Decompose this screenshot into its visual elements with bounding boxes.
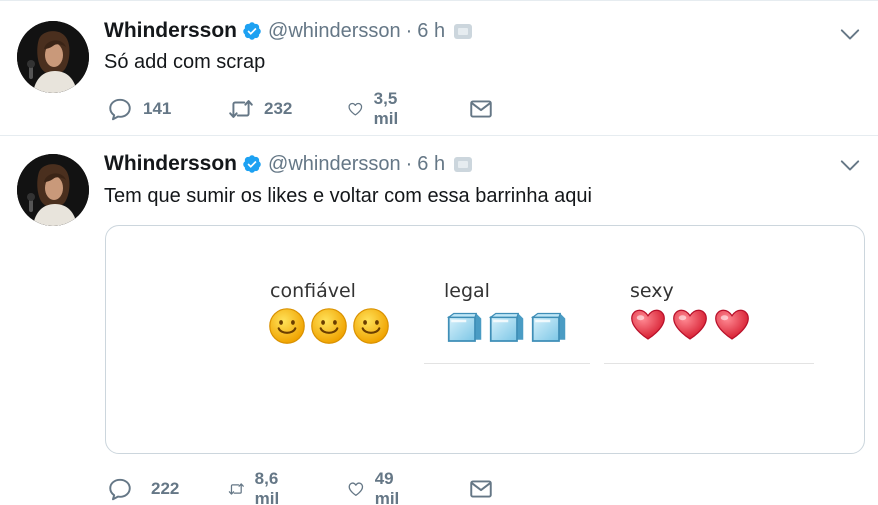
retweet-count: 8,6 mil (254, 469, 280, 505)
retweet-icon (228, 476, 245, 502)
reply-button[interactable]: 141 (107, 95, 171, 123)
media-image[interactable]: confiável legal sexy (105, 225, 865, 454)
app-icon (454, 156, 473, 172)
heart-icon (347, 96, 364, 122)
author-handle[interactable]: @whindersson (268, 153, 401, 176)
meter-label: confiável (270, 280, 356, 302)
heart-icon (347, 476, 365, 502)
retweet-button[interactable]: 232 (228, 95, 292, 123)
meter-divider (604, 363, 814, 364)
avatar[interactable] (17, 154, 89, 226)
meter-confiavel: confiável (268, 280, 398, 350)
smiley-icon (268, 307, 306, 345)
smiley-icon (352, 307, 390, 345)
ice-cube-icon (444, 306, 486, 346)
ice-cube-icon (486, 306, 528, 346)
separator-dot: · (405, 152, 413, 175)
tweet-header: Whindersson @whindersson · 6 h (104, 18, 473, 44)
tweet-header: Whindersson @whindersson · 6 h (104, 151, 473, 177)
retweet-count: 232 (264, 99, 293, 118)
retweet-icon (228, 96, 254, 122)
author-name[interactable]: Whindersson (104, 19, 237, 43)
reply-button[interactable]: 222 (107, 475, 179, 503)
ice-cube-icon (528, 306, 570, 346)
smiley-icon (310, 307, 348, 345)
tweet-text: Só add com scrap (104, 51, 266, 73)
reply-icon (107, 476, 133, 502)
meter-label: legal (444, 280, 490, 302)
avatar[interactable] (17, 21, 89, 93)
retweet-button[interactable]: 8,6 mil (228, 469, 289, 505)
envelope-icon (468, 476, 494, 502)
chevron-down-icon[interactable] (839, 23, 861, 45)
timestamp[interactable]: 6 h (417, 20, 445, 43)
separator-dot: · (405, 19, 413, 42)
tweet-2[interactable]: Whindersson @whindersson · 6 h Tem que s… (0, 136, 878, 505)
app-icon (454, 23, 473, 39)
meter-sexy: sexy (604, 280, 816, 370)
like-count: 49 mil (374, 469, 400, 505)
author-name[interactable]: Whindersson (104, 152, 237, 176)
verified-badge-icon (242, 154, 262, 174)
dm-button[interactable] (468, 95, 494, 123)
meter-label: sexy (630, 280, 674, 302)
tweet-1[interactable]: Whindersson @whindersson · 6 h Só add co… (0, 0, 878, 136)
reply-count: 141 (143, 99, 172, 118)
like-button[interactable]: 49 mil (347, 469, 408, 505)
meter-divider (424, 363, 590, 364)
heart-icon (712, 304, 752, 344)
heart-icon (628, 304, 668, 344)
heart-icon (670, 304, 710, 344)
reply-icon (107, 96, 133, 122)
reply-count: 222 (151, 479, 180, 498)
dm-button[interactable] (468, 475, 494, 503)
tweet-text: Tem que sumir os likes e voltar com essa… (104, 185, 592, 207)
verified-badge-icon (242, 21, 262, 41)
meter-legal: legal (424, 280, 594, 370)
timestamp[interactable]: 6 h (417, 153, 445, 176)
like-button[interactable]: 3,5 mil (347, 89, 408, 128)
like-count: 3,5 mil (373, 89, 399, 128)
author-handle[interactable]: @whindersson (268, 20, 401, 43)
chevron-down-icon[interactable] (839, 154, 861, 176)
envelope-icon (468, 96, 494, 122)
